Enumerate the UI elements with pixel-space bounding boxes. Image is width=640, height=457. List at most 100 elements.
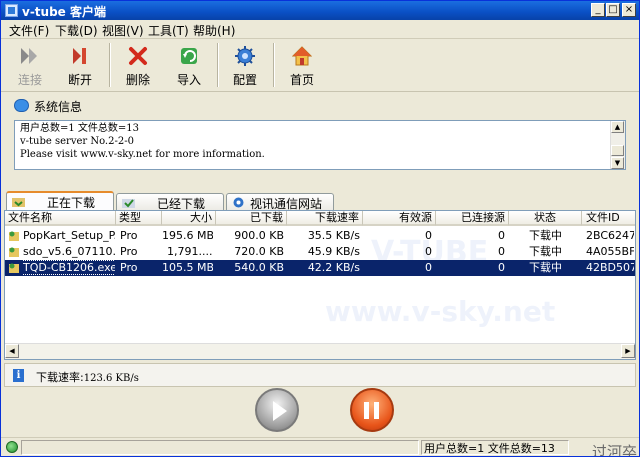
table-row[interactable]: sdo_v5.6_07110... Pro 1,791.... 720.0 KB… bbox=[5, 244, 635, 260]
play-button[interactable] bbox=[255, 388, 299, 432]
corner-watermark: 过河卒 bbox=[591, 443, 637, 457]
cell-downloaded: 900.0 KB bbox=[234, 229, 284, 242]
cell-rate: 42.2 KB/s bbox=[307, 261, 360, 274]
info-icon: i bbox=[13, 369, 24, 382]
column-header-type[interactable]: 类型 bbox=[116, 211, 162, 226]
log-scrollbar[interactable]: ▲ ▼ bbox=[610, 121, 625, 169]
cell-valid-sources: 0 bbox=[425, 229, 432, 242]
cell-connected-sources: 0 bbox=[498, 229, 505, 242]
table-row[interactable]: PopKart_Setup_P... Pro 195.6 MB 900.0 KB… bbox=[5, 228, 635, 244]
scroll-up-icon[interactable]: ▲ bbox=[611, 121, 624, 133]
toolbar-separator bbox=[273, 43, 275, 87]
cell-valid-sources: 0 bbox=[425, 245, 432, 258]
cell-rate: 35.5 KB/s bbox=[307, 229, 360, 242]
speed-bar: i 下载速率:123.6 KB/s bbox=[4, 363, 636, 387]
menu-download[interactable]: 下载(D) bbox=[55, 22, 98, 39]
title-bar[interactable]: v-tube 客户端 _ □ × bbox=[1, 1, 639, 20]
delete-label: 删除 bbox=[125, 73, 150, 87]
window-title: v-tube 客户端 bbox=[22, 5, 106, 19]
status-pane bbox=[21, 440, 419, 455]
cell-name: sdo_v5.6_07110... bbox=[23, 245, 115, 258]
column-header-status[interactable]: 状态 bbox=[509, 211, 582, 226]
home-button[interactable]: 首页 bbox=[277, 43, 327, 89]
menu-tools[interactable]: 工具(T) bbox=[148, 22, 189, 39]
file-icon bbox=[9, 263, 19, 273]
system-log[interactable]: 用户总数=1 文件总数=13 v-tube server No.2-2-0 Pl… bbox=[14, 120, 626, 170]
play-icon bbox=[273, 401, 287, 421]
watermark-url: www.v-sky.net bbox=[325, 295, 556, 328]
download-list[interactable]: V-TUBE www.v-sky.net 文件名称 类型 大小 已下载 下载速率… bbox=[4, 210, 636, 360]
cell-rate: 45.9 KB/s bbox=[307, 245, 360, 258]
scroll-right-icon[interactable]: ▶ bbox=[621, 344, 635, 358]
info-bubble-icon bbox=[14, 99, 29, 112]
list-horizontal-scrollbar[interactable]: ◀ ▶ bbox=[5, 343, 635, 359]
disconnect-label: 断开 bbox=[67, 73, 92, 87]
column-header-name[interactable]: 文件名称 bbox=[5, 211, 116, 226]
menu-bar: 文件(F) 下载(D) 视图(V) 工具(T) 帮助(H) bbox=[1, 20, 639, 39]
column-header-file-id[interactable]: 文件ID bbox=[582, 211, 635, 226]
pause-icon bbox=[364, 402, 369, 419]
close-button[interactable]: × bbox=[622, 3, 636, 17]
cell-name: PopKart_Setup_P... bbox=[23, 229, 115, 242]
delete-icon bbox=[129, 47, 147, 65]
system-info-header: 系统信息 bbox=[34, 100, 83, 114]
disconnect-icon bbox=[73, 48, 86, 64]
globe-icon bbox=[233, 197, 244, 208]
cell-downloaded: 720.0 KB bbox=[234, 245, 284, 258]
download-folder-icon bbox=[12, 198, 25, 207]
toolbar-separator bbox=[217, 43, 219, 87]
cell-size: 1,791.... bbox=[167, 245, 213, 258]
cell-type: Pro bbox=[120, 245, 138, 258]
home-icon bbox=[292, 46, 312, 66]
column-header-size[interactable]: 大小 bbox=[162, 211, 216, 226]
cell-status: 下载中 bbox=[529, 245, 562, 258]
minimize-button[interactable]: _ bbox=[591, 3, 605, 17]
menu-file[interactable]: 文件(F) bbox=[9, 22, 49, 39]
tab-downloading[interactable]: 正在下载 bbox=[6, 191, 114, 210]
connect-label: 连接 bbox=[17, 73, 42, 87]
import-button[interactable]: 导入 bbox=[164, 43, 214, 89]
file-icon bbox=[9, 247, 19, 257]
config-label: 配置 bbox=[232, 73, 257, 87]
column-header-downloaded[interactable]: 已下载 bbox=[216, 211, 287, 226]
cell-connected-sources: 0 bbox=[498, 261, 505, 274]
scroll-left-icon[interactable]: ◀ bbox=[5, 344, 19, 358]
scroll-thumb[interactable] bbox=[611, 145, 624, 156]
column-header-connected-sources[interactable]: 已连接源 bbox=[436, 211, 509, 226]
cell-file-id: 2BC6247EF bbox=[586, 229, 634, 242]
tab-video-website[interactable]: 视讯通信网站 bbox=[226, 193, 334, 211]
import-icon bbox=[181, 48, 197, 64]
column-header-valid-sources[interactable]: 有效源 bbox=[363, 211, 436, 226]
pause-button[interactable] bbox=[350, 388, 394, 432]
column-header-rate[interactable]: 下载速率 bbox=[287, 211, 363, 226]
cell-file-id: 4A055BF88 bbox=[586, 245, 634, 258]
config-button[interactable]: 配置 bbox=[220, 43, 270, 89]
tab-downloaded[interactable]: 已经下载 bbox=[116, 193, 224, 211]
menu-help[interactable]: 帮助(H) bbox=[193, 22, 235, 39]
disconnect-button[interactable]: 断开 bbox=[55, 43, 105, 89]
tab-label: 正在下载 bbox=[47, 196, 96, 210]
cell-downloaded: 540.0 KB bbox=[234, 261, 284, 274]
connection-status-icon bbox=[6, 441, 18, 453]
menu-view[interactable]: 视图(V) bbox=[102, 22, 144, 39]
scroll-down-icon[interactable]: ▼ bbox=[611, 157, 624, 169]
delete-button[interactable]: 删除 bbox=[113, 43, 163, 89]
tab-strip: 正在下载 已经下载 视讯通信网站 bbox=[6, 191, 636, 211]
speed-label: 下载速率: bbox=[36, 371, 84, 384]
gear-icon bbox=[235, 46, 255, 66]
cell-size: 105.5 MB bbox=[162, 261, 213, 274]
app-icon bbox=[5, 4, 18, 17]
maximize-button[interactable]: □ bbox=[606, 3, 620, 17]
cell-valid-sources: 0 bbox=[425, 261, 432, 274]
cell-type: Pro bbox=[120, 229, 138, 242]
cell-name-text: TQD-CB1206.exe bbox=[23, 260, 115, 275]
cell-status: 下载中 bbox=[529, 229, 562, 242]
table-row-selected[interactable]: TQD-CB1206.exe Pro 105.5 MB 540.0 KB 42.… bbox=[5, 260, 635, 276]
column-headers: 文件名称 类型 大小 已下载 下载速率 有效源 已连接源 状态 文件ID bbox=[5, 211, 635, 227]
log-line: Please visit www.v-sky.net for more info… bbox=[20, 149, 265, 160]
system-info-panel: 系统信息 用户总数=1 文件总数=13 v-tube server No.2-2… bbox=[4, 94, 632, 179]
download-speed: 下载速率:123.6 KB/s bbox=[36, 369, 139, 385]
status-counts: 用户总数=1 文件总数=13 bbox=[424, 442, 555, 455]
cell-status: 下载中 bbox=[529, 261, 562, 274]
connect-button[interactable]: 连接 bbox=[5, 43, 55, 89]
